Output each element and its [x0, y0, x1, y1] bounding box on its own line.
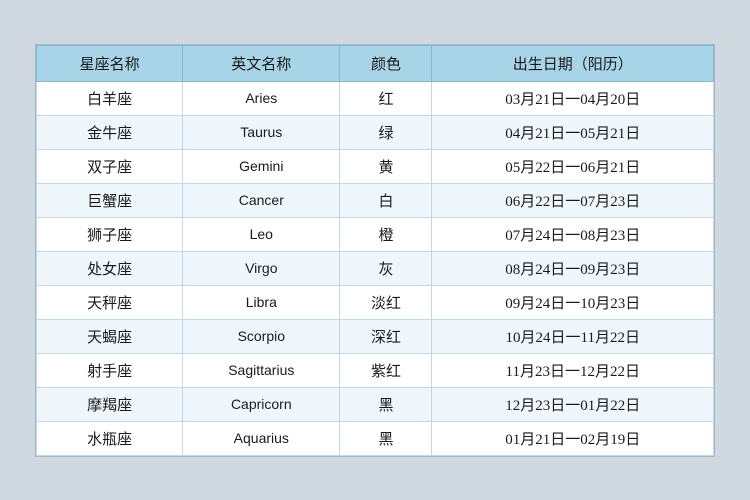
cell-color: 黄	[340, 149, 432, 183]
cell-color: 紫红	[340, 353, 432, 387]
cell-english-name: Capricorn	[183, 387, 340, 421]
cell-english-name: Aries	[183, 81, 340, 115]
cell-dates: 08月24日一09月23日	[432, 251, 714, 285]
header-color: 颜色	[340, 45, 432, 81]
cell-color: 黑	[340, 421, 432, 455]
cell-dates: 12月23日一01月22日	[432, 387, 714, 421]
cell-dates: 01月21日一02月19日	[432, 421, 714, 455]
cell-color: 深红	[340, 319, 432, 353]
header-date: 出生日期（阳历）	[432, 45, 714, 81]
cell-color: 黑	[340, 387, 432, 421]
cell-color: 淡红	[340, 285, 432, 319]
cell-english-name: Aquarius	[183, 421, 340, 455]
cell-english-name: Sagittarius	[183, 353, 340, 387]
table-row: 水瓶座Aquarius黑01月21日一02月19日	[37, 421, 714, 455]
cell-chinese-name: 金牛座	[37, 115, 183, 149]
cell-chinese-name: 摩羯座	[37, 387, 183, 421]
cell-dates: 09月24日一10月23日	[432, 285, 714, 319]
cell-chinese-name: 天蝎座	[37, 319, 183, 353]
cell-english-name: Taurus	[183, 115, 340, 149]
zodiac-table-container: 星座名称 英文名称 颜色 出生日期（阳历） 白羊座Aries红03月21日一04…	[35, 44, 715, 457]
header-chinese-name: 星座名称	[37, 45, 183, 81]
cell-chinese-name: 巨蟹座	[37, 183, 183, 217]
table-row: 摩羯座Capricorn黑12月23日一01月22日	[37, 387, 714, 421]
cell-dates: 07月24日一08月23日	[432, 217, 714, 251]
cell-color: 橙	[340, 217, 432, 251]
cell-chinese-name: 射手座	[37, 353, 183, 387]
cell-english-name: Leo	[183, 217, 340, 251]
cell-english-name: Virgo	[183, 251, 340, 285]
table-body: 白羊座Aries红03月21日一04月20日金牛座Taurus绿04月21日一0…	[37, 81, 714, 455]
cell-dates: 06月22日一07月23日	[432, 183, 714, 217]
table-row: 白羊座Aries红03月21日一04月20日	[37, 81, 714, 115]
cell-dates: 03月21日一04月20日	[432, 81, 714, 115]
cell-chinese-name: 白羊座	[37, 81, 183, 115]
cell-chinese-name: 天秤座	[37, 285, 183, 319]
table-row: 天秤座Libra淡红09月24日一10月23日	[37, 285, 714, 319]
zodiac-table: 星座名称 英文名称 颜色 出生日期（阳历） 白羊座Aries红03月21日一04…	[36, 45, 714, 456]
cell-color: 白	[340, 183, 432, 217]
table-row: 双子座Gemini黄05月22日一06月21日	[37, 149, 714, 183]
cell-chinese-name: 狮子座	[37, 217, 183, 251]
cell-color: 红	[340, 81, 432, 115]
table-row: 巨蟹座Cancer白06月22日一07月23日	[37, 183, 714, 217]
table-row: 天蝎座Scorpio深红10月24日一11月22日	[37, 319, 714, 353]
cell-english-name: Gemini	[183, 149, 340, 183]
cell-color: 灰	[340, 251, 432, 285]
cell-color: 绿	[340, 115, 432, 149]
cell-dates: 04月21日一05月21日	[432, 115, 714, 149]
table-row: 射手座Sagittarius紫红11月23日一12月22日	[37, 353, 714, 387]
table-row: 狮子座Leo橙07月24日一08月23日	[37, 217, 714, 251]
cell-english-name: Scorpio	[183, 319, 340, 353]
cell-chinese-name: 处女座	[37, 251, 183, 285]
header-english-name: 英文名称	[183, 45, 340, 81]
cell-dates: 11月23日一12月22日	[432, 353, 714, 387]
cell-dates: 05月22日一06月21日	[432, 149, 714, 183]
table-row: 处女座Virgo灰08月24日一09月23日	[37, 251, 714, 285]
cell-chinese-name: 双子座	[37, 149, 183, 183]
cell-english-name: Cancer	[183, 183, 340, 217]
table-row: 金牛座Taurus绿04月21日一05月21日	[37, 115, 714, 149]
table-header-row: 星座名称 英文名称 颜色 出生日期（阳历）	[37, 45, 714, 81]
cell-english-name: Libra	[183, 285, 340, 319]
cell-chinese-name: 水瓶座	[37, 421, 183, 455]
cell-dates: 10月24日一11月22日	[432, 319, 714, 353]
